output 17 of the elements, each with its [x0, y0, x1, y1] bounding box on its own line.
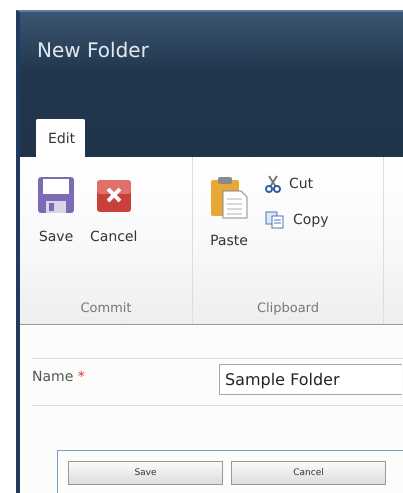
clipboard-icon	[209, 175, 249, 219]
form-button[interactable]: Cancel	[231, 461, 386, 485]
form-button[interactable]: Save	[68, 461, 223, 485]
field-label: Name *	[32, 368, 86, 385]
group-label: Clipboard	[256, 301, 320, 318]
scissors-icon	[265, 175, 281, 193]
ribbon-button[interactable]: Cut	[265, 175, 329, 193]
ribbon-button[interactable]: Copy	[265, 211, 329, 229]
name-field[interactable]: Sample Folder	[219, 364, 402, 395]
ribbon-button[interactable]: Cancel	[86, 175, 142, 301]
copy-icon	[265, 211, 285, 229]
group-label: Commit	[79, 301, 133, 318]
ribbon-tab[interactable]: Edit	[36, 119, 86, 157]
window-title: New Folder	[36, 37, 150, 62]
ribbon-button[interactable]: Paste	[205, 175, 253, 301]
save-icon	[36, 175, 76, 215]
ribbon-button[interactable]: Save	[32, 175, 80, 301]
